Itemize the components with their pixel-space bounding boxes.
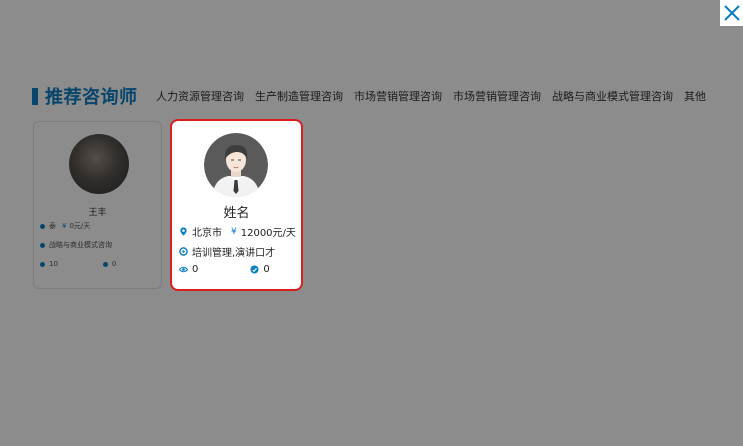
close-button[interactable] [720,0,743,26]
rate-text: 12000元/天 [240,228,296,239]
like-icon [250,265,259,274]
location-rate-row: 北京市 ¥ 12000元/天 [179,224,296,239]
eye-icon [179,265,188,274]
expertise-text: 培训管理,演讲口才 [192,248,276,259]
yen-icon: ¥ [231,226,237,237]
location-pin-icon [179,227,188,236]
views-stat: 0 [179,264,198,275]
views-count: 0 [192,264,199,275]
likes-count: 0 [263,264,270,275]
modal-overlay [0,0,743,446]
close-icon [723,5,740,21]
location-text: 北京市 [192,228,222,239]
avatar-placeholder-icon [204,133,268,197]
avatar [204,133,268,197]
stats-row: 0 0 [179,264,270,275]
expertise-icon [179,247,188,256]
expertise-row: 培训管理,演讲口才 [179,244,275,259]
highlighted-consultant-card[interactable]: 姓名 北京市 ¥ 12000元/天 培训管理,演讲口才 0 0 [170,119,303,291]
consultant-name: 姓名 [223,206,250,221]
likes-stat: 0 [250,264,270,275]
